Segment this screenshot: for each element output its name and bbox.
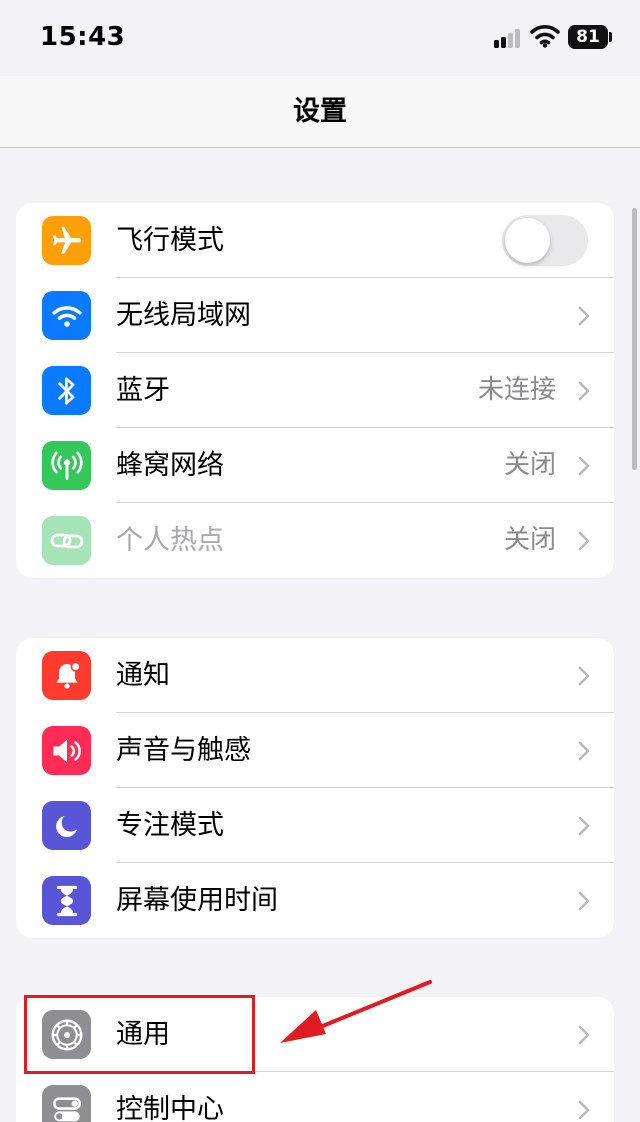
- row-label: 专注模式: [116, 810, 224, 841]
- connectivity-group: 飞行模式 无线局域网 蓝牙 未连接 蜂窝网络 关闭 个人热点 关闭: [16, 203, 614, 578]
- wifi-icon: [42, 291, 91, 340]
- chevron-right-icon: [578, 1025, 590, 1045]
- settings-row-focus[interactable]: 专注模式: [16, 788, 614, 863]
- wifi-status-icon: [530, 25, 560, 48]
- row-label: 无线局域网: [116, 300, 251, 331]
- cellular-signal-icon: [494, 28, 524, 48]
- notifications-group: 通知 声音与触感 专注模式 屏幕使用时间: [16, 638, 614, 938]
- settings-row-personal-hotspot[interactable]: 个人热点 关闭: [16, 503, 614, 578]
- row-value: 未连接: [477, 375, 556, 405]
- chevron-right-icon: [578, 1100, 590, 1120]
- speaker-icon: [42, 726, 91, 775]
- scroll-indicator: [632, 208, 637, 470]
- row-label: 飞行模式: [116, 225, 224, 256]
- chevron-right-icon: [578, 306, 590, 326]
- hourglass-icon: [42, 876, 91, 925]
- row-value: 关闭: [503, 450, 556, 480]
- row-label: 屏幕使用时间: [116, 885, 278, 916]
- toggles-icon: [42, 1085, 91, 1122]
- row-value: 关闭: [503, 525, 556, 555]
- settings-row-airplane-mode[interactable]: 飞行模式: [16, 203, 614, 278]
- row-label: 蓝牙: [116, 375, 170, 406]
- settings-row-cellular[interactable]: 蜂窝网络 关闭: [16, 428, 614, 503]
- status-bar: 15:43 81: [0, 0, 640, 76]
- status-time: 15:43: [40, 22, 126, 52]
- page-title: 设置: [293, 96, 347, 127]
- row-label: 通知: [116, 660, 170, 691]
- moon-icon: [42, 801, 91, 850]
- row-label: 蜂窝网络: [116, 450, 224, 481]
- battery-tip: [609, 32, 612, 42]
- chevron-right-icon: [578, 531, 590, 551]
- highlight-box: [24, 995, 255, 1074]
- chevron-right-icon: [578, 741, 590, 761]
- airplane-mode-toggle[interactable]: [502, 215, 588, 266]
- notification-icon: [42, 651, 91, 700]
- bluetooth-icon: [42, 366, 91, 415]
- hotspot-icon: [42, 516, 91, 565]
- settings-row-bluetooth[interactable]: 蓝牙 未连接: [16, 353, 614, 428]
- navigation-bar: 设置: [0, 76, 640, 148]
- chevron-right-icon: [578, 381, 590, 401]
- settings-row-sounds[interactable]: 声音与触感: [16, 713, 614, 788]
- row-label: 声音与触感: [116, 735, 251, 766]
- cellular-icon: [42, 441, 91, 490]
- row-label: 控制中心: [116, 1094, 224, 1122]
- chevron-right-icon: [578, 816, 590, 836]
- settings-row-wifi[interactable]: 无线局域网: [16, 278, 614, 353]
- row-label: 个人热点: [116, 525, 224, 556]
- airplane-icon: [42, 216, 91, 265]
- battery-indicator: 81: [568, 25, 608, 49]
- chevron-right-icon: [578, 666, 590, 686]
- chevron-right-icon: [578, 456, 590, 476]
- settings-row-notifications[interactable]: 通知: [16, 638, 614, 713]
- annotation-arrow-icon: [280, 980, 432, 1043]
- chevron-right-icon: [578, 891, 590, 911]
- settings-row-control-center[interactable]: 控制中心: [16, 1072, 614, 1122]
- settings-row-screen-time[interactable]: 屏幕使用时间: [16, 863, 614, 938]
- toggle-knob: [505, 218, 550, 263]
